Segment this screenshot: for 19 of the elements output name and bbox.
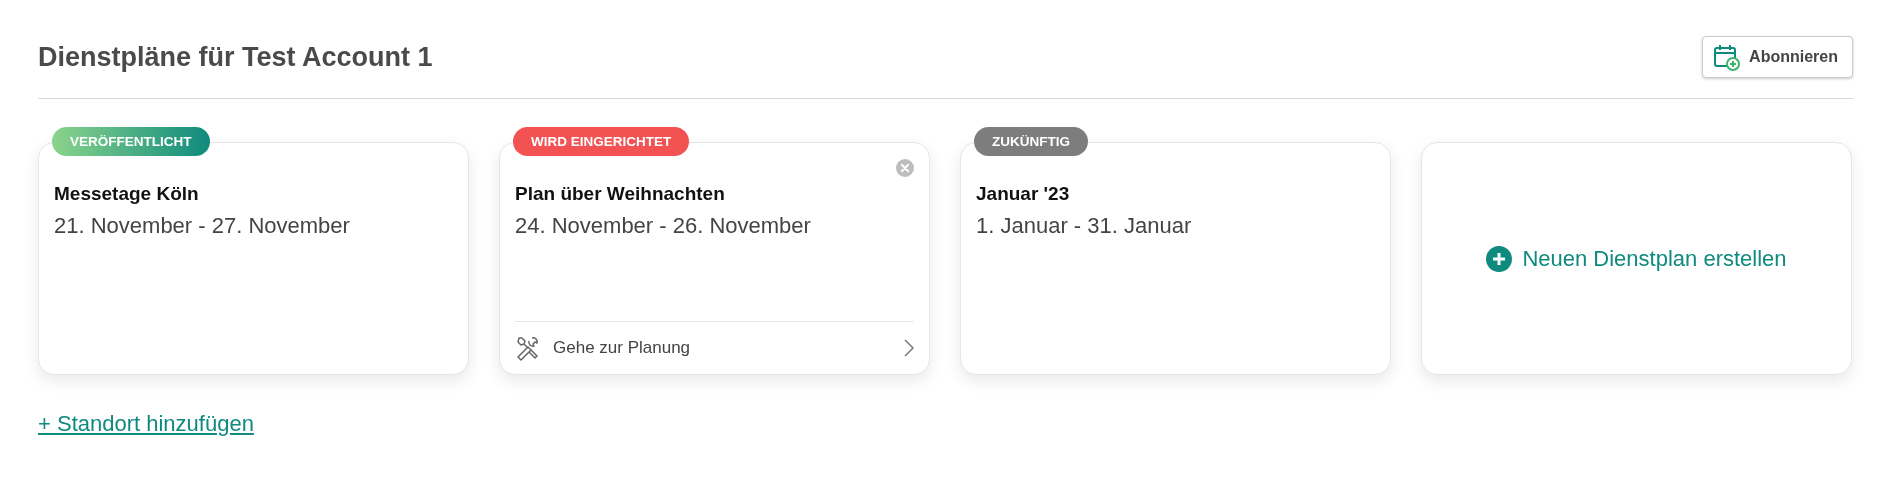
plan-dates: 24. November - 26. November — [515, 213, 812, 239]
new-plan-button[interactable]: Neuen Dienstplan erstellen — [1486, 245, 1787, 272]
status-badge: ZUKÜNFTIG — [974, 127, 1088, 156]
plan-name: Plan über Weihnachten — [515, 183, 726, 205]
plan-name: Januar '23 — [976, 183, 1071, 205]
plus-circle-icon — [1486, 245, 1513, 272]
plan-dates: 21. November - 27. November — [54, 213, 351, 239]
status-badge: WIRD EINGERICHTET — [513, 127, 690, 156]
plan-name: Messetage Köln — [54, 183, 200, 205]
close-icon[interactable] — [896, 159, 914, 177]
add-location-link[interactable]: + Standort hinzufügen — [38, 411, 254, 437]
chevron-right-icon — [904, 339, 914, 357]
page-title: Dienstpläne für Test Account 1 — [38, 41, 433, 73]
status-badge: VERÖFFENTLICHT — [52, 127, 210, 156]
calendar-add-icon — [1713, 43, 1742, 71]
planning-link[interactable]: Gehe zur Planung — [553, 338, 892, 358]
subscribe-button[interactable]: Abonnieren — [1702, 36, 1853, 78]
tools-icon — [515, 335, 541, 361]
plan-dates: 1. Januar - 31. Januar — [976, 213, 1193, 239]
